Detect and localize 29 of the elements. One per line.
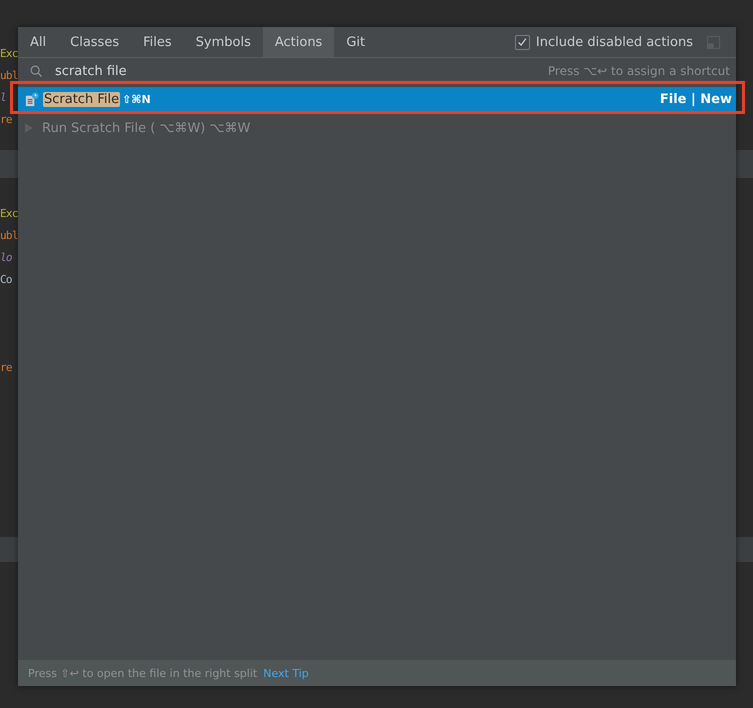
match-highlight: Scratch File xyxy=(43,92,120,106)
code-text: l xyxy=(0,91,6,104)
code-text: ubl xyxy=(0,229,18,242)
next-tip-link[interactable]: Next Tip xyxy=(263,666,309,680)
code-text: ubl xyxy=(0,69,18,82)
checkmark-icon xyxy=(516,36,528,48)
tab[interactable]: Classes xyxy=(58,27,132,57)
checkbox[interactable] xyxy=(514,34,530,50)
tab[interactable]: Symbols xyxy=(184,27,263,57)
code-text: Exc xyxy=(0,207,18,220)
result-row[interactable]: Scratch File ⇧⌘N File | New xyxy=(18,87,736,111)
code-text: Co xyxy=(0,273,12,286)
code-text: lo xyxy=(0,251,12,264)
result-label: Run Scratch File ( ⌥⌘W) ⌥⌘W xyxy=(42,120,250,136)
tab[interactable]: Actions xyxy=(262,27,334,57)
location-text: File | New xyxy=(660,92,732,106)
checkbox-label: Include disabled actions xyxy=(536,34,693,50)
file-clock-icon xyxy=(24,92,39,106)
tab[interactable]: Git xyxy=(334,27,378,57)
hint-text: Press ⌥↩ to assign a shortcut xyxy=(548,64,730,78)
tab[interactable]: Files xyxy=(131,27,184,57)
code-text: re xyxy=(0,361,12,374)
search-icon xyxy=(30,64,43,78)
search-field[interactable]: scratch file xyxy=(55,64,255,78)
code-text: Exc xyxy=(0,47,18,60)
code-text: re xyxy=(0,113,12,126)
shortcut-text: ⇧⌘N xyxy=(122,92,151,106)
tip-text: Press ⇧↩ to open the file in the right split xyxy=(28,666,258,680)
tab[interactable]: All xyxy=(18,27,58,57)
